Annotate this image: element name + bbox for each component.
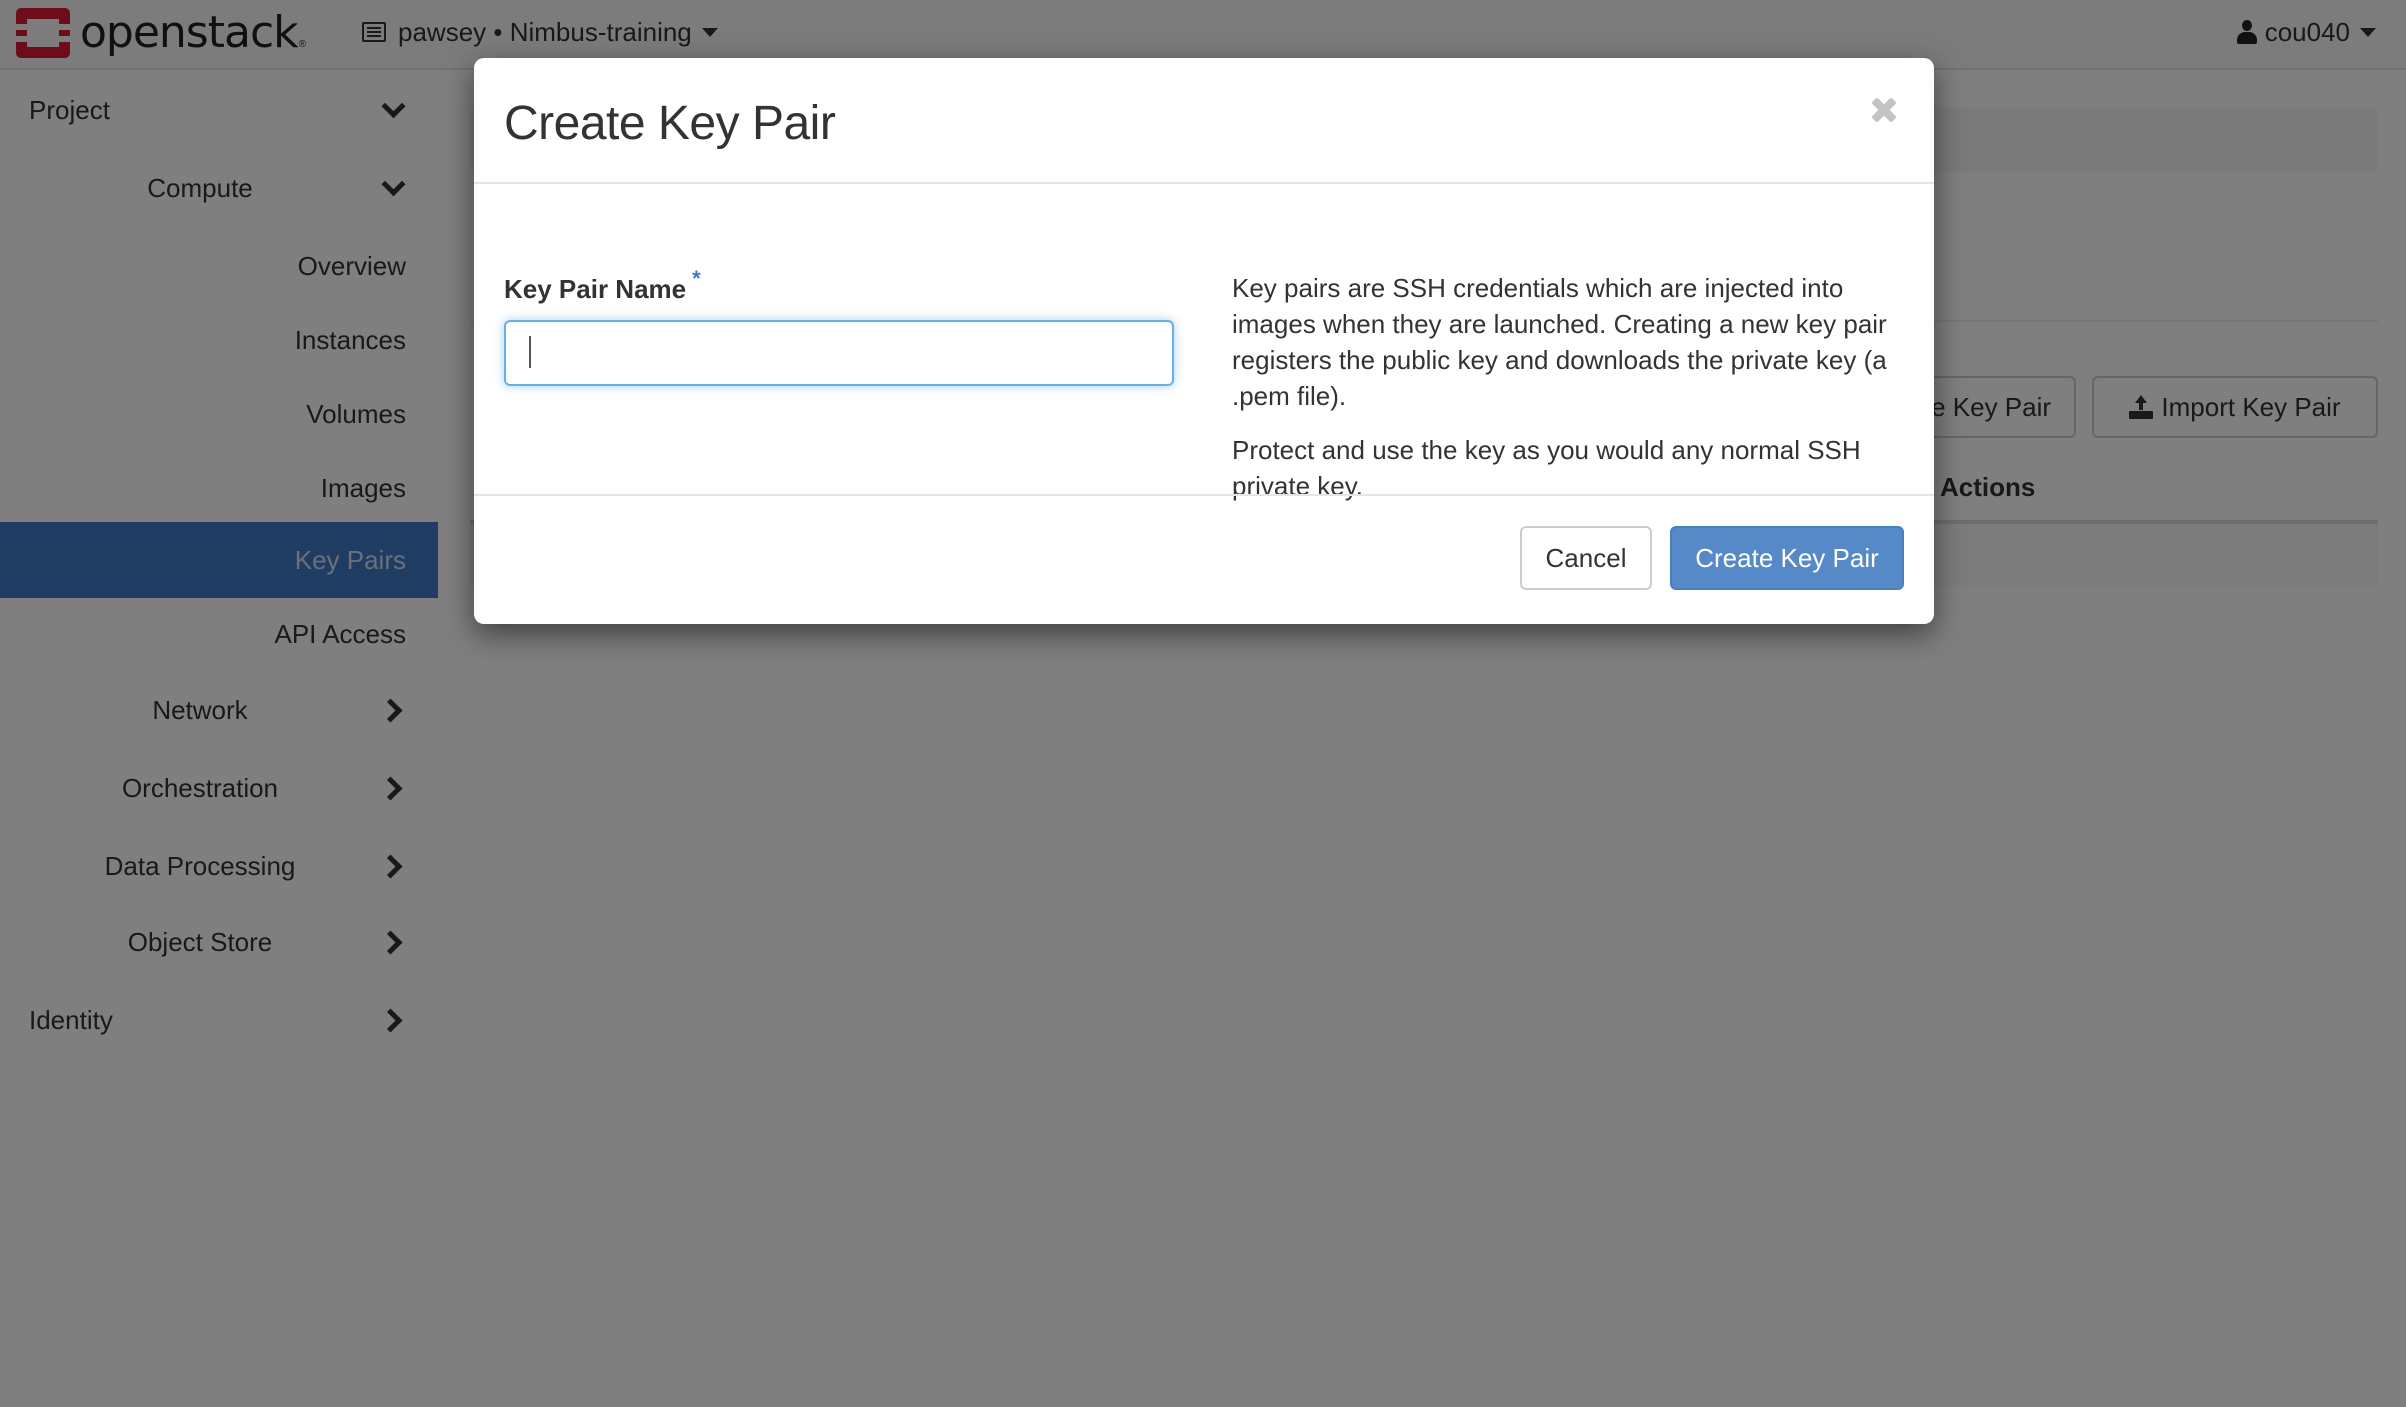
create-key-pair-submit-button[interactable]: Create Key Pair bbox=[1670, 526, 1904, 590]
modal-header: Create Key Pair bbox=[474, 58, 1934, 184]
text-cursor bbox=[529, 336, 531, 368]
close-icon[interactable] bbox=[1864, 90, 1904, 130]
required-asterisk-icon: * bbox=[692, 266, 701, 291]
modal-body: Key Pair Name * Key pairs are SSH credent… bbox=[474, 186, 1934, 501]
key-pair-name-label-text: Key Pair Name bbox=[504, 274, 687, 304]
cancel-button[interactable]: Cancel bbox=[1520, 526, 1652, 590]
create-key-pair-dialog: Create Key Pair Key Pair Name * Key pairs… bbox=[474, 58, 1934, 624]
modal-title: Create Key Pair bbox=[504, 97, 836, 150]
key-pair-name-input[interactable] bbox=[504, 320, 1174, 386]
help-paragraph: Key pairs are SSH credentials which are … bbox=[1232, 273, 1887, 411]
help-text: Key pairs are SSH credentials which are … bbox=[1232, 270, 1902, 522]
key-pair-name-label: Key Pair Name * bbox=[504, 266, 701, 305]
modal-footer: Cancel Create Key Pair bbox=[474, 494, 1934, 624]
